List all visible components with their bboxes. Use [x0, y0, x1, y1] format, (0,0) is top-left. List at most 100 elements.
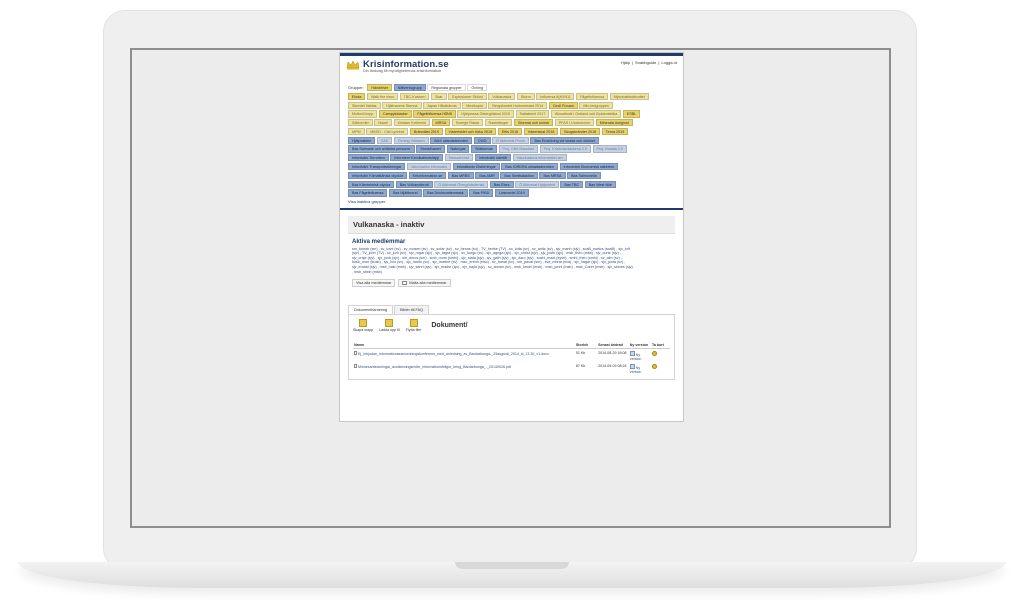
group-chip[interactable]: Infordvärk Transportstörningar: [348, 163, 406, 171]
group-chip[interactable]: TBC-Kusiven: [399, 92, 430, 100]
logout-link[interactable]: Logga ut: [661, 60, 677, 65]
group-chip[interactable]: Sverige Rasta: [451, 119, 483, 127]
group-chip[interactable]: Livsmedel 2019: [494, 189, 529, 197]
group-chip[interactable]: Bas MRBS: [447, 171, 474, 179]
delete-cell[interactable]: [651, 362, 670, 375]
group-chip[interactable]: MoftonDorpp: [348, 110, 378, 118]
help-link[interactable]: Hjälp: [621, 60, 630, 65]
new-version-cell[interactable]: Ny version: [629, 362, 651, 375]
group-chip[interactable]: Söktornier: [348, 119, 373, 127]
group-chip[interactable]: Stormar och snöstr: [514, 119, 554, 127]
group-chip[interactable]: Influensa A(H1N1): [536, 92, 575, 100]
group-chip[interactable]: Bas Salmonella: [567, 171, 601, 179]
show-all-members-button[interactable]: Visa alla medlemmar: [352, 279, 396, 288]
group-chip[interactable]: Bas Enskilning vid skada och olöshet: [530, 136, 600, 144]
file-name-cell[interactable]: Ej_Inbjudan_informationssamordningskonfe…: [353, 349, 575, 363]
group-chip[interactable]: ESBL: [622, 110, 641, 118]
group-chip[interactable]: Campylobacter: [378, 110, 412, 118]
group-chip[interactable]: Bas PIBD: [469, 189, 494, 197]
group-chip[interactable]: MRSA: [431, 119, 451, 127]
group-chip[interactable]: Skar: [430, 92, 447, 100]
group-chip[interactable]: SAS: [376, 136, 393, 144]
move-files-button[interactable]: Flytta filer: [406, 319, 421, 332]
group-chip[interactable]: Infordvärk Terrorism: [348, 154, 389, 162]
group-chip[interactable]: Raststänger: [484, 119, 513, 127]
group-chip[interactable]: Bas Dricksvattenmask: [423, 189, 468, 197]
group-chip[interactable]: Väderiskat 2018: [523, 127, 559, 136]
group-chip[interactable]: Mexikopst: [462, 101, 487, 109]
group-tab-vning[interactable]: Övning: [467, 84, 487, 92]
group-chip[interactable]: Terna 2019: [601, 127, 629, 136]
group-chip[interactable]: Bergskredet Hodsmestad 2014: [488, 101, 548, 109]
group-chip[interactable]: Ebola: [348, 92, 366, 100]
group-chip[interactable]: Storm: [516, 92, 535, 100]
group-tab-h-ndelser[interactable]: Händelser: [367, 84, 393, 92]
file-name-cell[interactable]: Minnesanteckningar_avstämningsmöte_infor…: [353, 362, 575, 375]
group-chip[interactable]: Marsatverad: [444, 154, 474, 162]
group-chip[interactable]: Bas MRSA: [539, 171, 566, 179]
group-chip[interactable]: Älvsutbrott i Gotland och Epidemietika: [550, 110, 622, 118]
group-chip[interactable]: Bas West Nile: [584, 180, 616, 188]
group-chip[interactable]: Hjälpmsas Östergötland 2015: [457, 110, 514, 118]
group-chip[interactable]: Ö Aktiverat Övergödsvärnsk: [434, 180, 489, 188]
mail-all-members-button[interactable]: Maila alla medlemmar: [398, 279, 451, 288]
group-chip[interactable]: Samsthavert: [416, 145, 445, 153]
group-chip[interactable]: Japan Hårdbärma: [423, 101, 461, 109]
group-chip[interactable]: Vaccinations information sm: [512, 154, 567, 162]
delete-icon[interactable]: [651, 350, 657, 356]
group-chip[interactable]: Skogsbränder 2018: [560, 127, 601, 136]
delete-cell[interactable]: [651, 349, 670, 363]
group-chip[interactable]: Bas AMR: [475, 171, 499, 179]
group-tab-regionala-grupper[interactable]: Regionala grupper: [427, 84, 466, 92]
group-chip[interactable]: Infordvärk Ekonomisk säkerhet: [559, 163, 619, 171]
group-tab-n-tverksgrupp[interactable]: Nätverksgrupp: [393, 84, 426, 92]
group-chip[interactable]: MBSD - Cist Lynnbal: [366, 127, 409, 136]
quickguide-link[interactable]: Snabbguide: [635, 60, 656, 65]
file-link[interactable]: Ej_Inbjudan_informationssamordningskonfe…: [358, 352, 549, 356]
group-chip[interactable]: Bas IORDRA olössttsärenden: [501, 163, 558, 171]
group-chip[interactable]: Bas TBC: [560, 180, 584, 188]
group-chip[interactable]: Hjälpvakten: [348, 136, 376, 144]
group-chip[interactable]: Proj. Rusata 2.0: [592, 145, 627, 153]
group-chip[interactable]: Sölstormar: [471, 145, 497, 153]
group-chip[interactable]: Ö Aktiverat Phom: [492, 136, 529, 144]
new-version-cell[interactable]: Ny version: [629, 349, 651, 363]
group-chip[interactable]: Naoel: [374, 119, 393, 127]
show-inactive-link[interactable]: Visa inaktiva grupper: [348, 199, 675, 204]
group-chip[interactable]: Bränntäst 2019: [409, 127, 443, 136]
group-chip[interactable]: Bas Vulkanutbrott: [395, 180, 433, 188]
group-chip[interactable]: BAS utlandsärenden: [430, 136, 473, 144]
group-chip[interactable]: Krisinformation.se: [408, 171, 447, 179]
members-list[interactable]: sm_tomah (sm) , sv_tove (sv) , sv_mosen …: [352, 247, 634, 275]
group-chip[interactable]: Bas Smittsäaktion: [500, 171, 538, 179]
group-chip[interactable]: Infordvärk kärnfäl: [474, 154, 512, 162]
group-chip[interactable]: Informenr Kemikalieutsläpp: [390, 154, 443, 162]
tab-document-management[interactable]: Dokumenthantering: [348, 305, 394, 315]
upload-file-button[interactable]: Ladda upp fil: [379, 319, 400, 332]
group-chip[interactable]: Bas Salmade och avfäldra personer: [348, 145, 415, 153]
group-chip[interactable]: Min-ledgruppen: [579, 101, 613, 109]
group-chip[interactable]: Proj. Krisionsmiadorna 2.0: [539, 145, 591, 153]
group-chip[interactable]: Bas Fågelinfluensa: [348, 189, 388, 197]
group-chip[interactable]: Väderisklet och törka 2018: [444, 127, 497, 136]
group-chip[interactable]: Walk the virus: [367, 92, 399, 100]
file-link[interactable]: Minnesanteckningar_avstämningsmöte_infor…: [358, 365, 511, 369]
group-chip[interactable]: Explosioner Skövd: [448, 92, 487, 100]
group-chip[interactable]: Bas Ebec: [489, 180, 514, 188]
group-chip[interactable]: Proj. CMI-Standard: [498, 145, 539, 153]
group-chip[interactable]: Övning Vällasen: [393, 136, 429, 144]
create-folder-button[interactable]: Skapa mapp: [353, 319, 373, 332]
group-chip[interactable]: CWD: [473, 136, 491, 144]
group-chip[interactable]: PFAS i Uroboeolon: [554, 119, 595, 127]
group-chip[interactable]: Skredet Vaklas: [348, 101, 381, 109]
group-chip[interactable]: Ettis 2018: [497, 127, 523, 136]
group-chip[interactable]: Infordvärk Klimatkänsla olyckor: [348, 171, 408, 179]
group-chip[interactable]: Bas Mjältbrand: [388, 189, 422, 197]
group-chip[interactable]: Fågelinfluensa: [576, 92, 609, 100]
group-chip[interactable]: Saltaberni 2017: [515, 110, 550, 118]
delete-icon[interactable]: [651, 363, 657, 369]
group-chip[interactable]: Kristam Kvillemin: [393, 119, 430, 127]
group-chip[interactable]: MPM: [348, 127, 365, 136]
group-chip[interactable]: Mykobaktsutbrottet: [609, 92, 649, 100]
group-chip[interactable]: Vaccination informatio: [407, 163, 452, 171]
